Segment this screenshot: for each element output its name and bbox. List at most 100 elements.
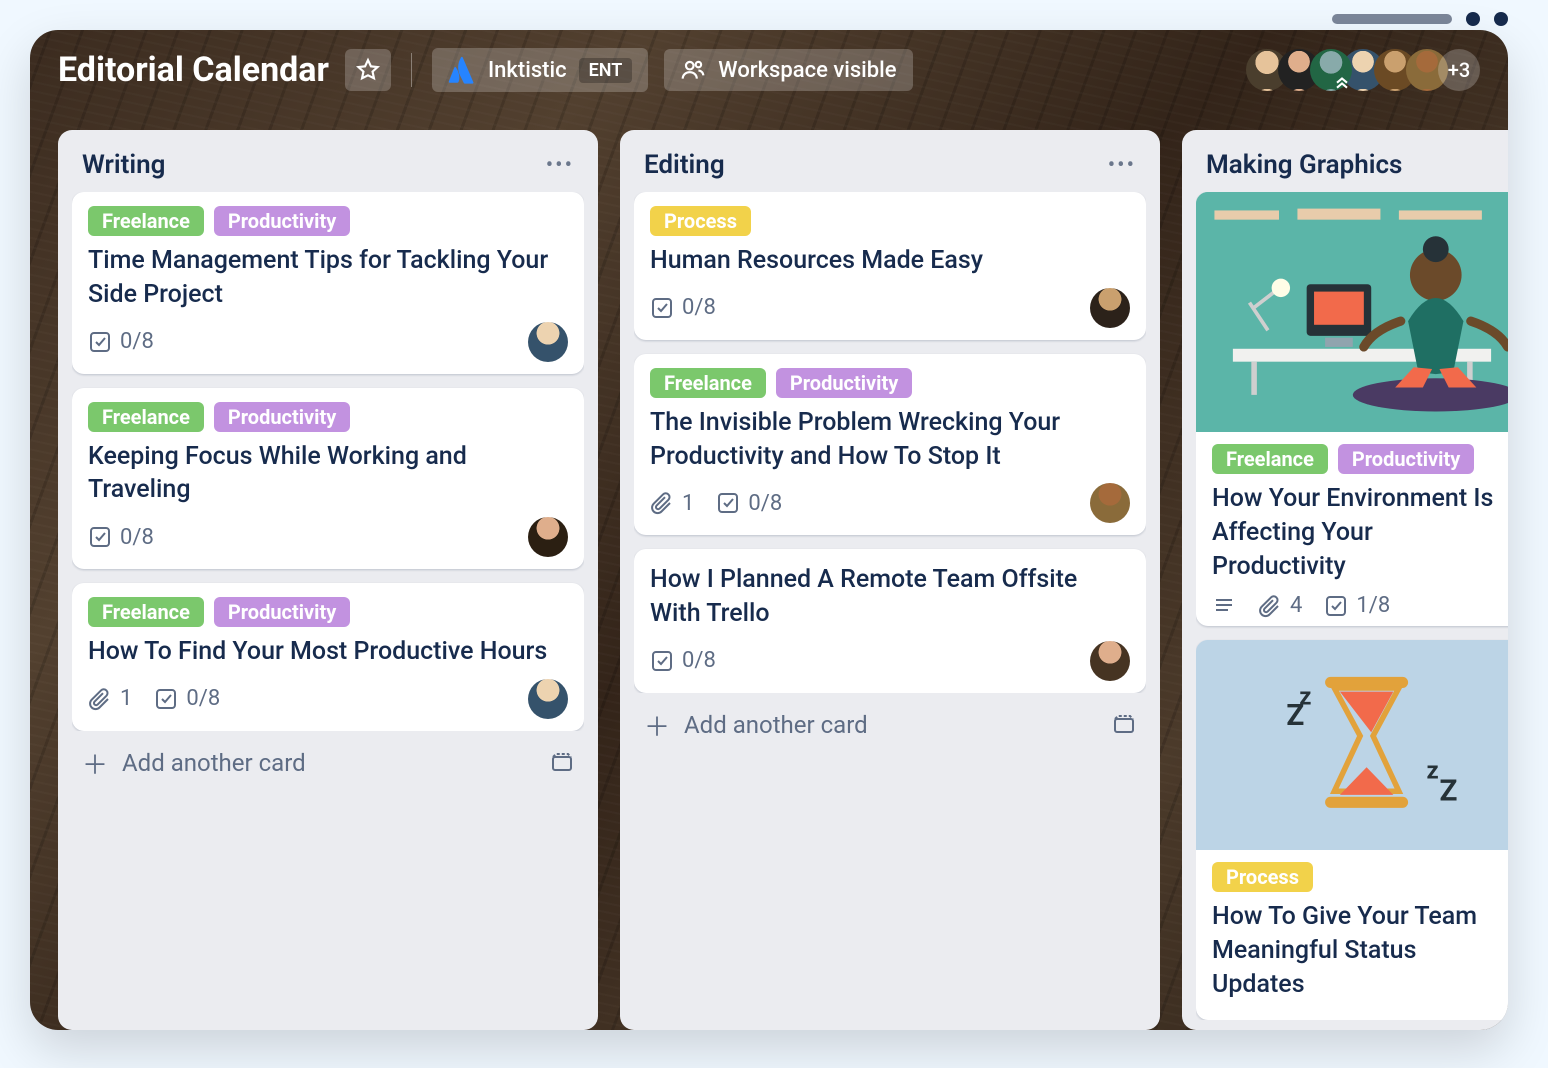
card-member-avatar[interactable] bbox=[528, 517, 568, 557]
card-member-avatar[interactable] bbox=[1090, 288, 1130, 328]
label-productivity[interactable]: Productivity bbox=[214, 402, 350, 432]
card-title: Human Resources Made Easy bbox=[650, 244, 1130, 278]
label-productivity[interactable]: Productivity bbox=[1338, 444, 1474, 474]
svg-text:Z: Z bbox=[1439, 775, 1457, 809]
description-badge bbox=[1212, 594, 1236, 618]
checklist-icon bbox=[1324, 594, 1348, 618]
list-title[interactable]: Making Graphics bbox=[1206, 150, 1402, 180]
checklist-badge: 0/8 bbox=[716, 491, 782, 516]
checklist-icon bbox=[650, 296, 674, 320]
paperclip-icon bbox=[1258, 594, 1282, 618]
card[interactable]: How I Planned A Remote Team Offsite With… bbox=[634, 549, 1146, 693]
card-title: How Your Environment Is Affecting Your P… bbox=[1196, 482, 1508, 583]
label-freelance[interactable]: Freelance bbox=[88, 402, 204, 432]
board-header: Editorial Calendar Inktistic ENT Workspa… bbox=[30, 30, 1508, 110]
checklist-badge: 0/8 bbox=[154, 686, 220, 711]
card[interactable]: Freelance Productivity How Your Environm… bbox=[1196, 192, 1508, 626]
label-freelance[interactable]: Freelance bbox=[88, 206, 204, 236]
svg-text:z: z bbox=[1427, 757, 1439, 785]
card-title: How To Find Your Most Productive Hours bbox=[88, 635, 568, 669]
plus-icon: ＋ bbox=[644, 707, 670, 744]
hourglass-illustration-icon: z Z z Z bbox=[1196, 640, 1508, 834]
more-members-button[interactable]: +3 bbox=[1438, 49, 1480, 91]
add-card-label: Add another card bbox=[122, 749, 306, 777]
card[interactable]: Freelance Productivity Time Management T… bbox=[72, 192, 584, 374]
atlassian-icon bbox=[448, 56, 476, 84]
visibility-button[interactable]: Workspace visible bbox=[664, 49, 912, 91]
label-process[interactable]: Process bbox=[1212, 862, 1313, 892]
paperclip-icon bbox=[650, 491, 674, 515]
board-frame: Editorial Calendar Inktistic ENT Workspa… bbox=[30, 30, 1508, 1030]
decor-dot bbox=[1494, 12, 1508, 26]
label-productivity[interactable]: Productivity bbox=[776, 368, 912, 398]
card-template-button[interactable] bbox=[1112, 713, 1136, 737]
checklist-icon bbox=[154, 687, 178, 711]
checklist-badge: 0/8 bbox=[88, 329, 154, 354]
checklist-badge: 0/8 bbox=[650, 648, 716, 673]
checklist-icon bbox=[650, 649, 674, 673]
attachment-badge: 1 bbox=[88, 686, 132, 711]
decor-bar bbox=[1332, 14, 1452, 24]
card[interactable]: Process Human Resources Made Easy 0/8 bbox=[634, 192, 1146, 340]
board-members[interactable]: +3 bbox=[1256, 49, 1480, 91]
card[interactable]: Freelance Productivity Keeping Focus Whi… bbox=[72, 388, 584, 570]
attachment-badge: 1 bbox=[650, 491, 694, 516]
card-cover-image: z Z z Z bbox=[1196, 640, 1508, 850]
card[interactable]: z Z z Z Process How To Give Your Team Me… bbox=[1196, 640, 1508, 1020]
label-freelance[interactable]: Freelance bbox=[1212, 444, 1328, 474]
plus-icon: ＋ bbox=[82, 745, 108, 782]
card-member-avatar[interactable] bbox=[1090, 483, 1130, 523]
checklist-icon bbox=[716, 491, 740, 515]
template-icon bbox=[550, 751, 574, 775]
board-title: Editorial Calendar bbox=[58, 50, 329, 90]
card-title: Keeping Focus While Working and Travelin… bbox=[88, 440, 568, 508]
checklist-icon bbox=[88, 330, 112, 354]
workspace-button[interactable]: Inktistic ENT bbox=[432, 48, 648, 92]
people-icon bbox=[680, 57, 706, 83]
list-making-graphics: Making Graphics bbox=[1182, 130, 1508, 1030]
card-title: How To Give Your Team Meaningful Status … bbox=[1196, 900, 1508, 1001]
add-card-button[interactable]: ＋ Add another card bbox=[72, 731, 584, 786]
attachment-badge: 4 bbox=[1258, 593, 1302, 618]
card-member-avatar[interactable] bbox=[1090, 641, 1130, 681]
checklist-badge: 1/8 bbox=[1324, 593, 1390, 618]
card-title: The Invisible Problem Wrecking Your Prod… bbox=[650, 406, 1130, 474]
workspace-tier-badge: ENT bbox=[579, 58, 633, 83]
decor-dot bbox=[1466, 12, 1480, 26]
template-icon bbox=[1112, 713, 1136, 737]
card-member-avatar[interactable] bbox=[528, 679, 568, 719]
card-template-button[interactable] bbox=[550, 751, 574, 775]
label-productivity[interactable]: Productivity bbox=[214, 206, 350, 236]
label-freelance[interactable]: Freelance bbox=[88, 597, 204, 627]
checklist-icon bbox=[88, 525, 112, 549]
label-process[interactable]: Process bbox=[650, 206, 751, 236]
meditation-illustration-icon bbox=[1196, 192, 1508, 413]
visibility-label: Workspace visible bbox=[718, 58, 896, 83]
add-card-label: Add another card bbox=[684, 711, 868, 739]
card-member-avatar[interactable] bbox=[528, 322, 568, 362]
list-menu-button[interactable]: ••• bbox=[546, 153, 574, 178]
admin-chevrons-icon bbox=[1332, 71, 1352, 91]
workspace-name: Inktistic bbox=[488, 58, 567, 83]
list-editing: Editing ••• Process Human Resources Made… bbox=[620, 130, 1160, 1030]
checklist-badge: 0/8 bbox=[88, 525, 154, 550]
card[interactable]: Freelance Productivity How To Find Your … bbox=[72, 583, 584, 731]
paperclip-icon bbox=[88, 687, 112, 711]
label-freelance[interactable]: Freelance bbox=[650, 368, 766, 398]
checklist-badge: 0/8 bbox=[650, 295, 716, 320]
card[interactable]: Freelance Productivity The Invisible Pro… bbox=[634, 354, 1146, 536]
add-card-button[interactable]: ＋ Add another card bbox=[634, 693, 1146, 748]
description-icon bbox=[1212, 594, 1236, 618]
window-decoration bbox=[1332, 12, 1508, 26]
star-icon bbox=[355, 57, 381, 83]
star-button[interactable] bbox=[345, 49, 391, 91]
avatar[interactable] bbox=[1310, 49, 1352, 91]
list-title[interactable]: Writing bbox=[82, 150, 165, 180]
label-productivity[interactable]: Productivity bbox=[214, 597, 350, 627]
board-canvas[interactable]: Writing ••• Freelance Productivity Time … bbox=[30, 110, 1508, 1030]
list-writing: Writing ••• Freelance Productivity Time … bbox=[58, 130, 598, 1030]
svg-text:Z: Z bbox=[1286, 699, 1304, 733]
list-menu-button[interactable]: ••• bbox=[1108, 153, 1136, 178]
list-title[interactable]: Editing bbox=[644, 150, 725, 180]
divider bbox=[411, 53, 412, 87]
